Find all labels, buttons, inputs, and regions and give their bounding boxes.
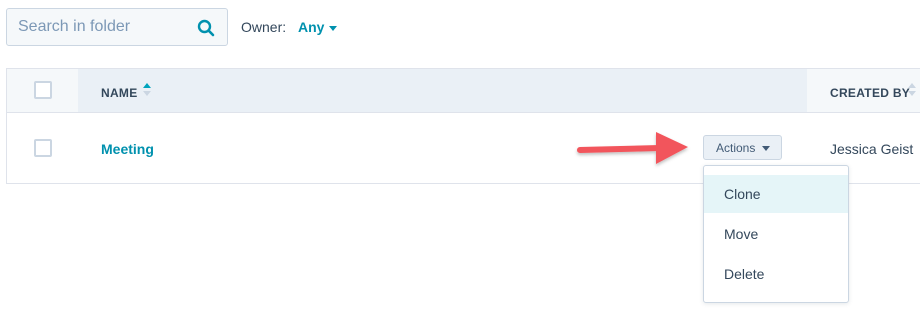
pointer-arrow-icon: [577, 132, 688, 164]
table-header: NAME CREATED BY: [7, 69, 920, 113]
actions-button-label: Actions: [716, 141, 756, 155]
actions-button[interactable]: Actions: [703, 135, 782, 160]
sort-ascending-icon[interactable]: [908, 83, 916, 88]
name-column-label[interactable]: NAME: [101, 86, 138, 100]
sort-descending-icon[interactable]: [908, 91, 916, 96]
owner-filter-label: Owner:: [241, 19, 287, 35]
row-checkbox[interactable]: [34, 139, 52, 157]
sort-ascending-icon[interactable]: [143, 83, 151, 88]
menu-item-clone[interactable]: Clone: [704, 175, 848, 213]
menu-item-move[interactable]: Move: [704, 215, 848, 253]
search-icon[interactable]: [197, 19, 215, 37]
name-column-header[interactable]: [78, 69, 807, 112]
chevron-down-icon: [762, 146, 770, 151]
menu-item-delete[interactable]: Delete: [704, 255, 848, 293]
item-name-link[interactable]: Meeting: [101, 141, 154, 157]
search-box[interactable]: [6, 8, 228, 46]
select-all-checkbox[interactable]: [34, 81, 52, 99]
sort-descending-icon[interactable]: [143, 91, 151, 96]
created-by-column-label[interactable]: CREATED BY: [830, 86, 910, 100]
owner-filter-dropdown[interactable]: Any: [298, 19, 324, 35]
actions-menu: Clone Move Delete: [703, 165, 849, 303]
search-input[interactable]: [7, 9, 198, 45]
chevron-down-icon[interactable]: [329, 26, 337, 31]
created-by-value: Jessica Geist: [830, 141, 914, 157]
